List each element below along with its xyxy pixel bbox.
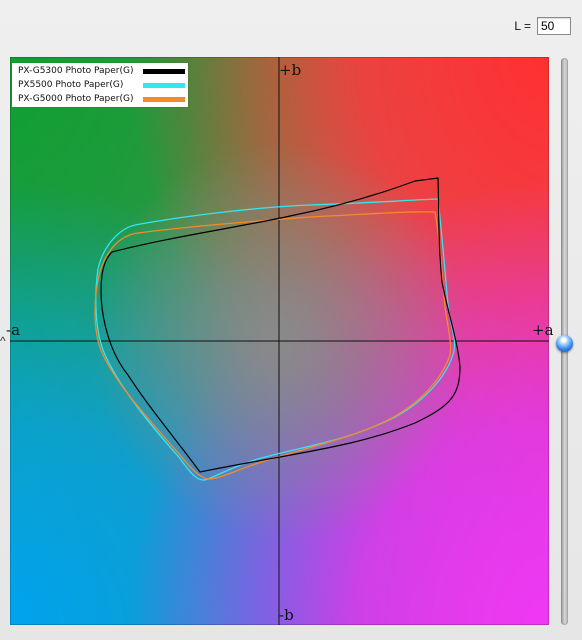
legend-item: PX-G5300 Photo Paper(G) [18, 65, 185, 77]
lightness-label: L = [514, 19, 531, 33]
gamut-plot [10, 57, 549, 625]
legend-item: PX5500 Photo Paper(G) [18, 79, 185, 91]
axis-label-plus-a: +a [532, 321, 554, 339]
axis-label-minus-b: -b [279, 606, 294, 624]
legend-swatch [143, 68, 185, 74]
legend-swatch [143, 96, 185, 102]
legend-label: PX-G5300 Photo Paper(G) [18, 66, 134, 76]
lightness-control: L = [514, 16, 571, 36]
axis-label-minus-a: -a [6, 321, 21, 339]
legend-label: PX5500 Photo Paper(G) [18, 80, 124, 90]
axis-label-plus-b: +b [279, 61, 302, 79]
legend-item: PX-G5000 Photo Paper(G) [18, 93, 185, 105]
legend: PX-G5300 Photo Paper(G) PX5500 Photo Pap… [12, 63, 188, 107]
lightness-slider-knob[interactable] [556, 335, 573, 352]
gamut-plot-svg [10, 57, 549, 625]
legend-swatch [143, 82, 185, 88]
axis-caret-icon: ^ [0, 334, 6, 348]
lightness-input[interactable] [537, 17, 571, 35]
legend-label: PX-G5000 Photo Paper(G) [18, 94, 134, 104]
